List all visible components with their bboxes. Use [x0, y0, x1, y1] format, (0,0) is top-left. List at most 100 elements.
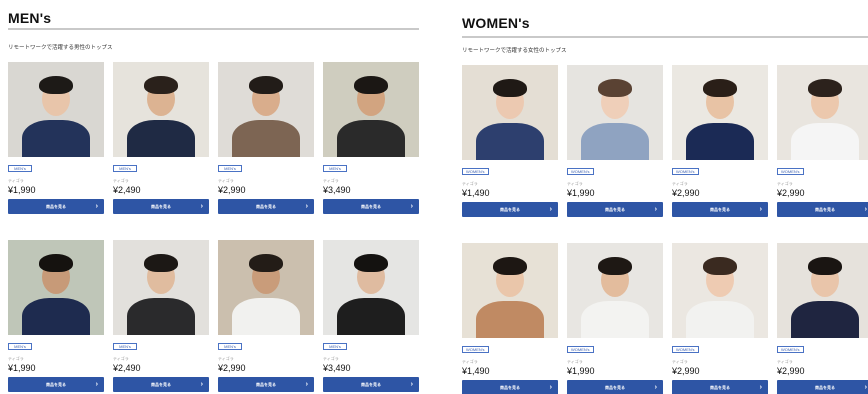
- brand-name: ティゴラ: [323, 356, 339, 361]
- view-product-button-label: 商品を見る: [256, 381, 276, 387]
- brand-name: ティゴラ: [567, 359, 583, 364]
- product-photo[interactable]: [8, 240, 104, 335]
- product-card[interactable]: WOMEN's ティゴラ ¥2,990 商品を見る ›: [672, 243, 768, 394]
- product-photo[interactable]: [323, 240, 419, 335]
- product-photo[interactable]: [672, 243, 768, 338]
- view-product-button[interactable]: 商品を見る ›: [8, 199, 104, 214]
- model-torso: [337, 120, 405, 157]
- product-card[interactable]: WOMEN's ティゴラ ¥1,990 商品を見る ›: [567, 243, 663, 394]
- category-badge: MEN's: [8, 165, 32, 172]
- brand-name: ティゴラ: [8, 178, 24, 183]
- product-price: ¥2,990: [672, 188, 700, 198]
- view-product-button-label: 商品を見る: [361, 381, 381, 387]
- model-torso: [22, 298, 90, 335]
- product-photo[interactable]: [777, 65, 868, 160]
- category-badge: WOMEN's: [672, 168, 699, 175]
- product-card[interactable]: WOMEN's ティゴラ ¥2,990 商品を見る ›: [777, 65, 868, 217]
- product-photo[interactable]: [323, 62, 419, 157]
- view-product-button[interactable]: 商品を見る ›: [672, 202, 768, 217]
- model-hair: [354, 76, 388, 94]
- product-photo[interactable]: [672, 65, 768, 160]
- product-card[interactable]: MEN's ティゴラ ¥3,490 商品を見る ›: [323, 62, 419, 214]
- view-product-button[interactable]: 商品を見る ›: [567, 380, 663, 394]
- product-card[interactable]: MEN's ティゴラ ¥2,490 商品を見る ›: [113, 62, 209, 214]
- product-photo[interactable]: [113, 62, 209, 157]
- product-photo[interactable]: [8, 62, 104, 157]
- product-card[interactable]: WOMEN's ティゴラ ¥1,490 商品を見る ›: [462, 243, 558, 394]
- view-product-button[interactable]: 商品を見る ›: [323, 377, 419, 392]
- product-card[interactable]: MEN's ティゴラ ¥2,490 商品を見る ›: [113, 240, 209, 392]
- product-photo[interactable]: [777, 243, 868, 338]
- model-hair: [598, 79, 632, 97]
- chevron-right-icon: ›: [654, 384, 657, 391]
- brand-name: ティゴラ: [462, 359, 478, 364]
- view-product-button[interactable]: 商品を見る ›: [113, 199, 209, 214]
- model-hair: [808, 257, 842, 275]
- view-product-button-label: 商品を見る: [605, 206, 625, 212]
- view-product-button-label: 商品を見る: [151, 203, 171, 209]
- product-card[interactable]: WOMEN's ティゴラ ¥2,990 商品を見る ›: [672, 65, 768, 217]
- brand-name: ティゴラ: [218, 356, 234, 361]
- product-card[interactable]: MEN's ティゴラ ¥1,990 商品を見る ›: [8, 62, 104, 214]
- product-price: ¥3,490: [323, 185, 351, 195]
- product-price: ¥1,990: [8, 185, 36, 195]
- model-hair: [808, 79, 842, 97]
- view-product-button[interactable]: 商品を見る ›: [462, 202, 558, 217]
- category-badge: WOMEN's: [567, 168, 594, 175]
- product-price: ¥2,990: [218, 363, 246, 373]
- product-photo[interactable]: [567, 65, 663, 160]
- product-card[interactable]: MEN's ティゴラ ¥3,490 商品を見る ›: [323, 240, 419, 392]
- category-badge: MEN's: [218, 165, 242, 172]
- product-card[interactable]: WOMEN's ティゴラ ¥1,990 商品を見る ›: [567, 65, 663, 217]
- product-photo[interactable]: [462, 65, 558, 160]
- product-card[interactable]: WOMEN's ティゴラ ¥1,490 商品を見る ›: [462, 65, 558, 217]
- model-torso: [232, 120, 300, 157]
- chevron-right-icon: ›: [549, 206, 552, 213]
- brand-name: ティゴラ: [672, 359, 688, 364]
- product-card[interactable]: MEN's ティゴラ ¥2,990 商品を見る ›: [218, 62, 314, 214]
- view-product-button[interactable]: 商品を見る ›: [218, 377, 314, 392]
- chevron-right-icon: ›: [759, 384, 762, 391]
- product-price: ¥1,990: [567, 366, 595, 376]
- women-section: WOMEN's リモートワークで活躍する女性のトップス WOMEN's ティゴラ ¥…: [462, 0, 868, 394]
- model-hair: [144, 76, 178, 94]
- view-product-button-label: 商品を見る: [256, 203, 276, 209]
- brand-name: ティゴラ: [777, 359, 793, 364]
- brand-name: ティゴラ: [218, 178, 234, 183]
- model-torso: [476, 301, 544, 338]
- product-card[interactable]: MEN's ティゴラ ¥1,990 商品を見る ›: [8, 240, 104, 392]
- product-card[interactable]: MEN's ティゴラ ¥2,990 商品を見る ›: [218, 240, 314, 392]
- model-hair: [39, 76, 73, 94]
- model-torso: [581, 123, 649, 160]
- model-hair: [703, 257, 737, 275]
- view-product-button[interactable]: 商品を見る ›: [567, 202, 663, 217]
- women-section-subtitle: リモートワークで活躍する女性のトップス: [462, 48, 567, 54]
- product-price: ¥1,990: [8, 363, 36, 373]
- product-photo[interactable]: [113, 240, 209, 335]
- brand-name: ティゴラ: [777, 181, 793, 186]
- view-product-button[interactable]: 商品を見る ›: [462, 380, 558, 394]
- product-card[interactable]: WOMEN's ティゴラ ¥2,990 商品を見る ›: [777, 243, 868, 394]
- view-product-button[interactable]: 商品を見る ›: [777, 202, 868, 217]
- view-product-button[interactable]: 商品を見る ›: [113, 377, 209, 392]
- view-product-button[interactable]: 商品を見る ›: [672, 380, 768, 394]
- view-product-button[interactable]: 商品を見る ›: [218, 199, 314, 214]
- chevron-right-icon: ›: [305, 381, 308, 388]
- product-photo[interactable]: [218, 62, 314, 157]
- category-badge: WOMEN's: [672, 346, 699, 353]
- view-product-button[interactable]: 商品を見る ›: [323, 199, 419, 214]
- view-product-button[interactable]: 商品を見る ›: [8, 377, 104, 392]
- category-badge: MEN's: [323, 165, 347, 172]
- product-photo[interactable]: [462, 243, 558, 338]
- men-section-subtitle: リモートワークで活躍する男性のトップス: [8, 45, 113, 51]
- model-torso: [127, 298, 195, 335]
- model-hair: [39, 254, 73, 272]
- product-photo[interactable]: [567, 243, 663, 338]
- chevron-right-icon: ›: [200, 381, 203, 388]
- chevron-right-icon: ›: [95, 381, 98, 388]
- view-product-button[interactable]: 商品を見る ›: [777, 380, 868, 394]
- product-price: ¥2,990: [777, 366, 805, 376]
- men-section-title: MEN's: [8, 10, 52, 26]
- category-badge: WOMEN's: [777, 346, 804, 353]
- product-photo[interactable]: [218, 240, 314, 335]
